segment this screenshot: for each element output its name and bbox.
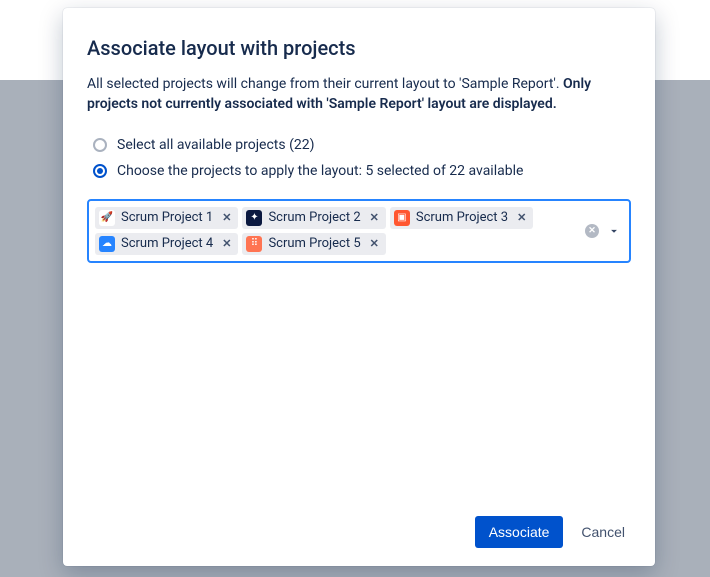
clear-all-icon[interactable]: ✕: [585, 224, 599, 238]
cancel-button[interactable]: Cancel: [575, 516, 631, 548]
radio-select-all[interactable]: Select all available projects (22): [93, 137, 631, 153]
radio-label: Select all available projects (22): [117, 137, 314, 153]
project-chip: 🚀 Scrum Project 1 ✕: [95, 207, 238, 229]
close-icon[interactable]: ✕: [219, 237, 234, 250]
close-icon[interactable]: ✕: [219, 211, 234, 224]
project-chip-label: Scrum Project 2: [268, 210, 360, 225]
project-avatar-icon: ☁: [99, 236, 115, 252]
project-chip: ✦ Scrum Project 2 ✕: [242, 207, 385, 229]
project-selection-radio-group: Select all available projects (22) Choos…: [93, 137, 631, 189]
project-chip-label: Scrum Project 1: [121, 210, 213, 225]
associate-button[interactable]: Associate: [475, 516, 564, 548]
radio-choose-projects[interactable]: Choose the projects to apply the layout:…: [93, 163, 631, 179]
dialog-title: Associate layout with projects: [87, 36, 631, 60]
project-avatar-icon: 🚀: [99, 210, 115, 226]
project-chip: ⠿ Scrum Project 5 ✕: [242, 233, 385, 255]
project-avatar-icon: ✦: [246, 210, 262, 226]
dialog-description: All selected projects will change from t…: [87, 74, 631, 115]
project-chip-label: Scrum Project 5: [268, 236, 360, 251]
chevron-down-icon[interactable]: [607, 224, 621, 238]
select-controls: ✕: [585, 224, 621, 238]
description-text: All selected projects will change from t…: [87, 76, 563, 92]
dialog-footer: Associate Cancel: [87, 516, 631, 548]
radio-icon: [93, 138, 107, 152]
close-icon[interactable]: ✕: [367, 237, 382, 250]
project-avatar-icon: ⠿: [246, 236, 262, 252]
project-chip-label: Scrum Project 4: [121, 236, 213, 251]
radio-icon: [93, 164, 107, 178]
radio-label: Choose the projects to apply the layout:…: [117, 163, 523, 179]
project-multiselect[interactable]: 🚀 Scrum Project 1 ✕ ✦ Scrum Project 2 ✕ ▣ Scrum…: [87, 199, 631, 263]
project-chip: ▣ Scrum Project 3 ✕: [390, 207, 533, 229]
associate-layout-dialog: Associate layout with projects All selec…: [63, 8, 655, 566]
close-icon[interactable]: ✕: [367, 211, 382, 224]
close-icon[interactable]: ✕: [514, 211, 529, 224]
project-chip: ☁ Scrum Project 4 ✕: [95, 233, 238, 255]
project-chip-label: Scrum Project 3: [416, 210, 508, 225]
project-avatar-icon: ▣: [394, 210, 410, 226]
